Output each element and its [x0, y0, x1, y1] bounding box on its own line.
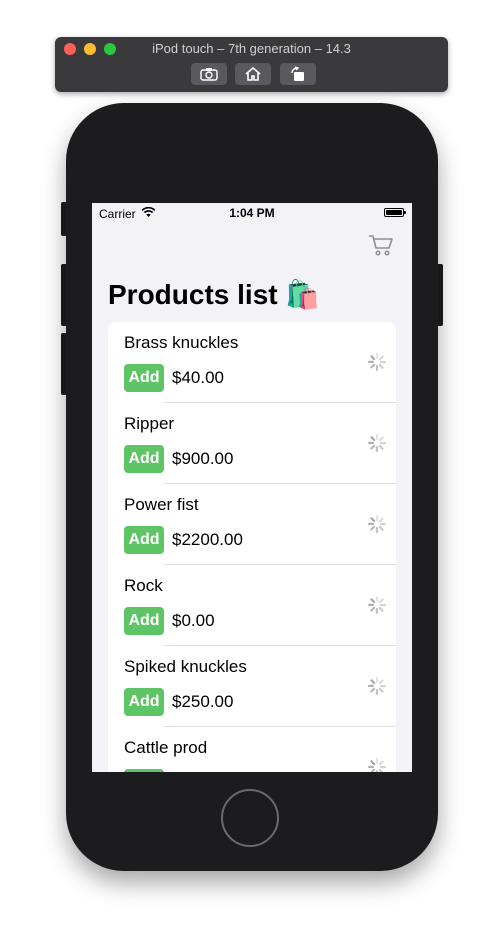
product-row[interactable]: Cattle prod Add: [108, 727, 396, 772]
add-button[interactable]: Add: [124, 526, 164, 554]
product-row[interactable]: Brass knuckles Add $40.00: [108, 322, 396, 403]
rotate-icon: [291, 66, 304, 81]
home-button[interactable]: [235, 63, 271, 85]
product-name: Rock: [124, 576, 163, 595]
product-price: $2200.00: [172, 530, 243, 549]
screenshot-button[interactable]: [191, 63, 227, 85]
product-name: Spiked knuckles: [124, 657, 247, 676]
status-bar: Carrier 1:04 PM: [92, 203, 412, 223]
product-row[interactable]: Ripper Add $900.00: [108, 403, 396, 484]
page-title: Products list 🛍️: [108, 279, 321, 310]
status-time: 1:04 PM: [229, 206, 275, 220]
loading-spinner-icon: [368, 758, 386, 772]
product-price: $250.00: [172, 692, 234, 711]
product-name: Ripper: [124, 414, 175, 433]
product-name: Power fist: [124, 495, 199, 514]
add-button[interactable]: Add: [124, 607, 164, 635]
add-button[interactable]: Add: [124, 364, 164, 392]
add-button[interactable]: Add: [124, 688, 164, 716]
loading-spinner-icon: [368, 596, 386, 614]
loading-spinner-icon: [368, 353, 386, 371]
loading-spinner-icon: [368, 515, 386, 533]
add-button[interactable]: Add: [124, 445, 164, 473]
home-icon: [245, 67, 261, 81]
battery-icon: [384, 208, 406, 217]
product-name: Cattle prod: [124, 738, 208, 757]
loading-spinner-icon: [368, 677, 386, 695]
screenshot-icon: [200, 68, 218, 81]
product-price: $40.00: [172, 368, 224, 387]
simulator-title: iPod touch – 7th generation – 14.3: [152, 41, 351, 56]
product-row[interactable]: Spiked knuckles Add $250.00: [108, 646, 396, 727]
product-row[interactable]: Rock Add $0.00: [108, 565, 396, 646]
device-screen: Carrier 1:04 PM Products list 🛍️ Brass k…: [92, 203, 412, 772]
product-price: $900.00: [172, 449, 234, 468]
product-name: Brass knuckles: [124, 333, 239, 352]
product-row[interactable]: Power fist Add $2200.00: [108, 484, 396, 565]
product-price: $0.00: [172, 611, 215, 630]
add-button[interactable]: Add: [124, 769, 164, 772]
loading-spinner-icon: [368, 434, 386, 452]
rotate-button[interactable]: [280, 63, 316, 85]
cart-icon[interactable]: [368, 233, 394, 257]
products-list: Brass knuckles Add $40.00 Ripper Add $900.00 P…: [108, 322, 396, 772]
device-home-button[interactable]: [221, 789, 279, 847]
simulator-toolbar: iPod touch – 7th generation – 14.3: [55, 37, 448, 92]
